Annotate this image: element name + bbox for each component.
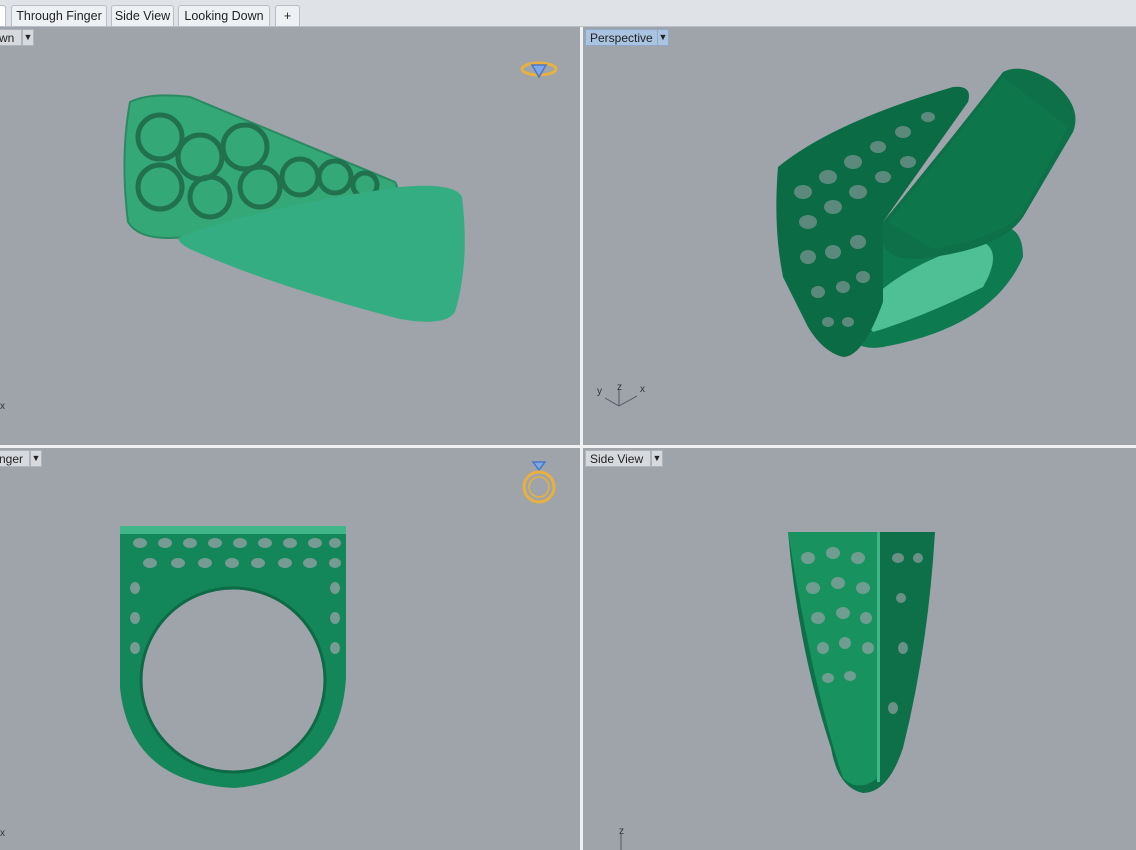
chevron-down-icon[interactable]: ▼ [30,450,42,467]
axis-z-label: z [619,826,624,837]
add-tab-button[interactable]: + [275,5,300,26]
axis-x-label: x [0,401,5,412]
viewport-top-left[interactable]: x wn ▼ [0,27,580,445]
axis-x-label: x [640,384,645,395]
chevron-down-icon[interactable]: ▼ [22,29,34,46]
viewport-label-perspective[interactable]: Perspective [585,29,661,46]
axis-z-label: z [617,382,622,393]
plus-icon: + [283,9,292,23]
tab-side-view[interactable]: Side View [111,5,174,26]
viewport-top-right[interactable]: y z x Perspective ▼ [583,27,1136,445]
chevron-down-icon[interactable]: ▼ [657,29,669,46]
ring-diamond-icon[interactable] [519,55,559,81]
perspective-axis-widget: y z x [597,382,645,407]
axis-y-label: y [597,386,602,397]
viewport-label[interactable]: nger [0,450,30,467]
tab-label: Through Finger [16,9,102,23]
viewport-divider-vertical[interactable] [580,27,583,850]
bottom-right-render [788,532,935,793]
tab-label: Side View [114,9,171,23]
ring-diamond-icon[interactable] [517,456,561,512]
viewport-label[interactable]: wn [0,29,22,46]
viewport-tab-bar: Through Finger Side View Looking Down + [0,0,1136,27]
tab-through-finger[interactable]: Through Finger [11,5,107,26]
viewport-label-side-view[interactable]: Side View [585,450,651,467]
bottom-left-render [120,526,346,788]
tab-label: Looking Down [184,9,264,23]
viewport-grid: x wn ▼ y z x Perspective ▼ x nger ▼ z Si… [0,27,1136,850]
axis-x-label: x [0,828,5,839]
top-left-render [123,94,465,322]
top-right-render [776,68,1076,357]
chevron-down-icon[interactable]: ▼ [651,450,663,467]
viewport-divider-horizontal[interactable] [0,445,1136,448]
viewport-bottom-left[interactable]: x nger ▼ [0,448,580,850]
tab-looking-down[interactable]: Looking Down [178,5,270,26]
viewport-bottom-right[interactable]: z y Side View ▼ [583,448,1136,850]
tab-looking-down-partial[interactable] [0,5,6,26]
side-axis-widget: z y [619,826,624,850]
